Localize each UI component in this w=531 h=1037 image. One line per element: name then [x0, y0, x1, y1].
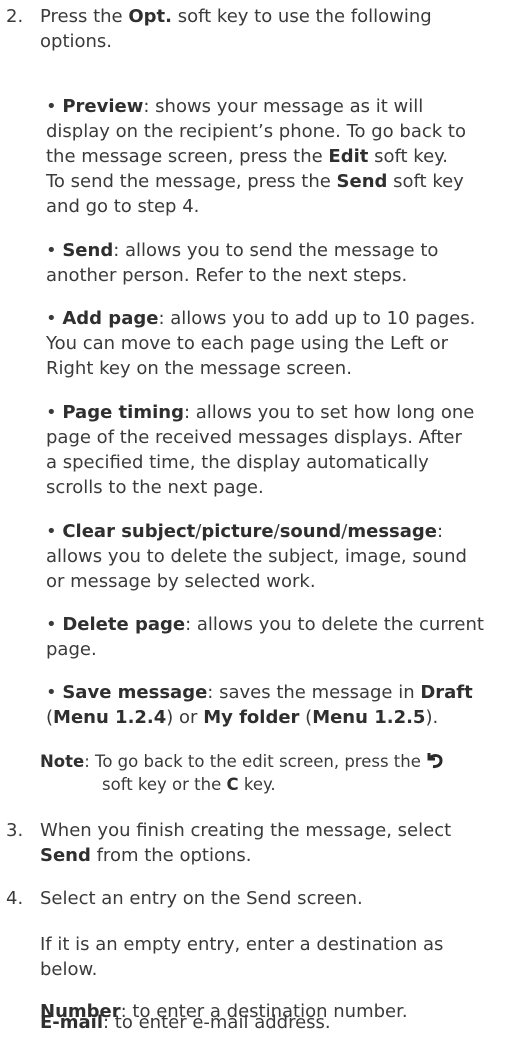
step-number: 3.: [6, 820, 24, 841]
bullet-term: Add page: [62, 308, 159, 329]
step-4-paragraph: If it is an empty entry, enter a destina…: [40, 934, 444, 980]
bullet-clear: • Clear subject/picture/sound/message: a…: [46, 521, 467, 592]
bullet-page-timing: • Page timing: allows you to set how lon…: [46, 402, 475, 498]
bullet-term: Preview: [62, 96, 144, 117]
bullet-term: Send: [62, 240, 114, 261]
note: Note: To go back to the edit screen, pre…: [40, 750, 531, 796]
email-option: E-mail: to enter e-mail address.: [40, 1012, 331, 1033]
step-number: 2.: [6, 6, 24, 27]
bullet-term: Page timing: [62, 402, 184, 423]
bullet-add-page: • Add page: allows you to add up to 10 p…: [46, 308, 476, 379]
back-arrow-icon: [426, 751, 444, 769]
bullet-term: Delete page: [62, 614, 186, 635]
note-label: Note: [40, 752, 85, 771]
bullet-save-message: • Save message: saves the message in Dra…: [46, 682, 473, 728]
step-number: 4.: [6, 888, 24, 909]
bullet-delete-page: • Delete page: allows you to delete the …: [46, 614, 484, 660]
step-2-text: Press the Opt. soft key to use the follo…: [40, 6, 432, 52]
bullet-send: • Send: allows you to send the message t…: [46, 240, 439, 286]
bullet-term: Save message: [62, 682, 208, 703]
key-name: Opt.: [128, 6, 172, 27]
bullet-preview: • Preview: shows your message as it will…: [46, 96, 466, 217]
